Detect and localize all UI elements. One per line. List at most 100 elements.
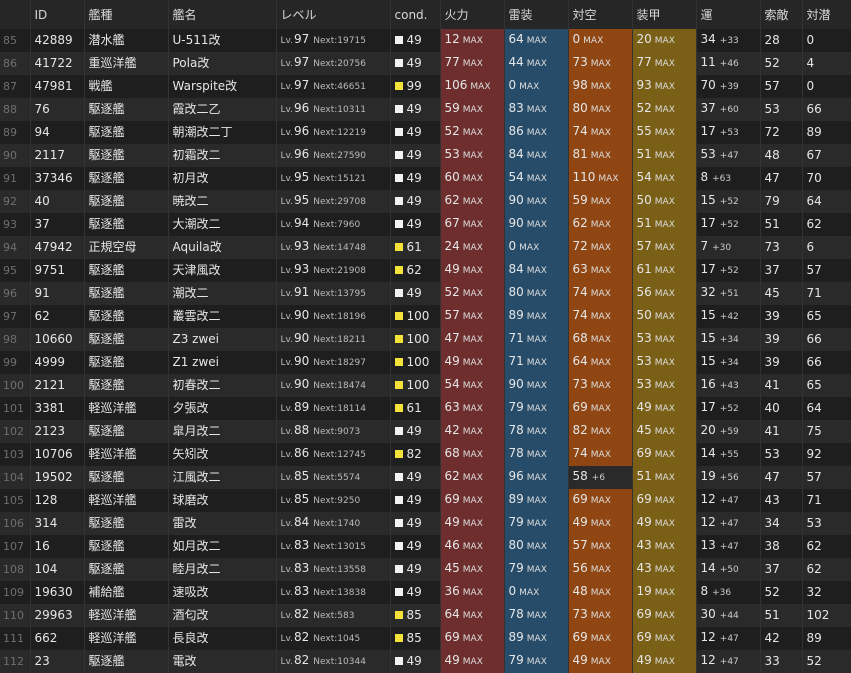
level-value: 90	[294, 354, 310, 368]
stat-armor: 55 MAX	[632, 121, 697, 144]
row-number: 90	[0, 144, 31, 167]
table-row[interactable]: 87 47981 戦艦 Warspite改 Lv.97 Next:46651 99…	[0, 75, 851, 98]
ship-type: 駆逐艦	[84, 535, 169, 558]
asw-value: 0	[806, 79, 815, 93]
ship-level: Lv.83 Next:13838	[276, 581, 391, 604]
next-exp: Next:21908	[313, 266, 366, 276]
table-row[interactable]: 107 16 駆逐艦 如月改二 Lv.83 Next:13015 49 46 MAX…	[0, 535, 851, 558]
table-row[interactable]: 103 10706 軽巡洋艦 矢矧改 Lv.86 Next:12745 82 68…	[0, 443, 851, 466]
table-row[interactable]: 112 23 駆逐艦 電改 Lv.82 Next:10344 49 49 MAX 7…	[0, 650, 851, 673]
col-header-name[interactable]: 艦名	[168, 0, 277, 29]
ship-name: 雷改	[168, 512, 277, 535]
firepower-value: 57	[444, 308, 460, 322]
table-row[interactable]: 100 2121 駆逐艦 初春改二 Lv.90 Next:18474 100 54…	[0, 374, 851, 397]
col-header-asw[interactable]: 対潜	[802, 0, 851, 29]
table-row[interactable]: 89 94 駆逐艦 朝潮改二丁 Lv.96 Next:12219 49 52 MAX…	[0, 121, 851, 144]
cond-indicator	[394, 150, 403, 159]
col-header-firepower[interactable]: 火力	[440, 0, 505, 29]
table-row[interactable]: 85 42889 潜水艦 U-511改 Lv.97 Next:19715 49 1…	[0, 29, 851, 52]
firepower-max-tag: MAX	[462, 335, 483, 345]
col-header-cond[interactable]: cond.	[390, 0, 441, 29]
table-row[interactable]: 96 91 駆逐艦 潮改二 Lv.91 Next:13795 49 52 MAX 8…	[0, 282, 851, 305]
level-tag: Lv.	[280, 289, 294, 299]
table-row[interactable]: 101 3381 軽巡洋艦 夕張改 Lv.89 Next:18114 61 63 M…	[0, 397, 851, 420]
stat-asw: 32	[802, 581, 851, 604]
next-label: Next:	[313, 634, 338, 644]
stat-antiair: 69 MAX	[568, 397, 633, 420]
ship-cond: 49	[390, 512, 441, 535]
col-header-level[interactable]: レベル	[276, 0, 391, 29]
table-row[interactable]: 95 9751 駆逐艦 天津風改 Lv.93 Next:21908 62 49 MA…	[0, 259, 851, 282]
antiair-max-tag: MAX	[583, 36, 604, 46]
next-value: 583	[337, 611, 355, 621]
ship-level: Lv.90 Next:18297	[276, 351, 391, 374]
stat-los: 53	[760, 98, 803, 121]
row-number-text: 103	[3, 448, 24, 461]
table-row[interactable]: 106 314 駆逐艦 雷改 Lv.84 Next:1740 49 49 MAX 7…	[0, 512, 851, 535]
table-row[interactable]: 98 10660 駆逐艦 Z3 zwei Lv.90 Next:18211 100…	[0, 328, 851, 351]
antiair-max-tag: MAX	[590, 450, 611, 460]
luck-increment: +33	[719, 36, 739, 46]
col-header-type[interactable]: 艦種	[84, 0, 169, 29]
table-row[interactable]: 108 104 駆逐艦 睦月改二 Lv.83 Next:13558 49 45 MA…	[0, 558, 851, 581]
stat-luck: 19 +56	[696, 466, 761, 489]
antiair-value: 98	[572, 78, 588, 92]
table-row[interactable]: 110 29963 軽巡洋艦 酒匂改 Lv.82 Next:583 85 64 MA…	[0, 604, 851, 627]
stat-torpedo: 80 MAX	[504, 282, 569, 305]
col-header-antiair[interactable]: 対空	[568, 0, 633, 29]
stat-los: 72	[760, 121, 803, 144]
stat-torpedo: 89 MAX	[504, 489, 569, 512]
armor-value: 50	[636, 193, 652, 207]
next-value: 10311	[337, 105, 366, 115]
armor-value: 43	[636, 538, 652, 552]
table-row[interactable]: 94 47942 正規空母 Aquila改 Lv.93 Next:14748 61…	[0, 236, 851, 259]
armor-value: 53	[636, 354, 652, 368]
stat-torpedo: 78 MAX	[504, 420, 569, 443]
col-header-no[interactable]	[0, 0, 31, 29]
col-header-armor[interactable]: 装甲	[632, 0, 697, 29]
row-number-text: 109	[3, 586, 24, 599]
table-row[interactable]: 102 2123 駆逐艦 皐月改二 Lv.88 Next:9073 49 42 MA…	[0, 420, 851, 443]
ship-type: 軽巡洋艦	[84, 604, 169, 627]
firepower-value: 49	[444, 354, 460, 368]
col-header-luck[interactable]: 運	[696, 0, 761, 29]
ship-name: 初月改	[168, 167, 277, 190]
table-row[interactable]: 92 40 駆逐艦 暁改二 Lv.95 Next:29708 49 62 MAX 9…	[0, 190, 851, 213]
stat-torpedo: 78 MAX	[504, 443, 569, 466]
col-header-torpedo[interactable]: 雷装	[504, 0, 569, 29]
table-row[interactable]: 91 37346 駆逐艦 初月改 Lv.95 Next:15121 49 60 MA…	[0, 167, 851, 190]
table-row[interactable]: 93 37 駆逐艦 大潮改二 Lv.94 Next:7960 49 67 MAX 9…	[0, 213, 851, 236]
table-row[interactable]: 109 19630 補給艦 速吸改 Lv.83 Next:13838 49 36 M…	[0, 581, 851, 604]
antiair-max-tag: MAX	[590, 105, 611, 115]
los-value: 37	[764, 263, 780, 277]
asw-value: 89	[806, 631, 822, 645]
antiair-value: 58	[572, 469, 588, 483]
ship-level: Lv.89 Next:18114	[276, 397, 391, 420]
ship-type: 補給艦	[84, 581, 169, 604]
table-row[interactable]: 111 662 軽巡洋艦 長良改 Lv.82 Next:1045 85 69 MAX…	[0, 627, 851, 650]
table-row[interactable]: 104 19502 駆逐艦 江風改二 Lv.85 Next:5574 49 62 M…	[0, 466, 851, 489]
torpedo-value: 78	[508, 423, 524, 437]
ship-id: 62	[30, 305, 85, 328]
col-header-id[interactable]: ID	[30, 0, 85, 29]
ship-type-text: 正規空母	[88, 240, 137, 254]
table-row[interactable]: 99 4999 駆逐艦 Z1 zwei Lv.90 Next:18297 100 …	[0, 351, 851, 374]
table-row[interactable]: 105 128 軽巡洋艦 球磨改 Lv.85 Next:9250 49 69 MAX…	[0, 489, 851, 512]
table-row[interactable]: 97 62 駆逐艦 叢雲改二 Lv.90 Next:18196 100 57 MAX…	[0, 305, 851, 328]
col-header-los[interactable]: 索敵	[760, 0, 803, 29]
table-row[interactable]: 88 76 駆逐艦 霞改二乙 Lv.96 Next:10311 49 59 MAX …	[0, 98, 851, 121]
stat-luck: 32 +51	[696, 282, 761, 305]
firepower-max-tag: MAX	[462, 381, 483, 391]
ship-id-text: 9751	[34, 263, 66, 277]
table-row[interactable]: 86 41722 重巡洋艦 Pola改 Lv.97 Next:20756 49 7…	[0, 52, 851, 75]
firepower-value: 60	[444, 170, 460, 184]
asw-value: 6	[806, 240, 815, 254]
stat-antiair: 63 MAX	[568, 259, 633, 282]
stat-firepower: 52 MAX	[440, 121, 505, 144]
table-row[interactable]: 90 2117 駆逐艦 初霜改二 Lv.96 Next:27590 49 53 MA…	[0, 144, 851, 167]
luck-increment: +52	[719, 404, 739, 414]
ship-id-text: 128	[34, 493, 58, 507]
firepower-max-tag: MAX	[462, 542, 483, 552]
stat-luck: 12 +47	[696, 512, 761, 535]
torpedo-value: 54	[508, 170, 524, 184]
